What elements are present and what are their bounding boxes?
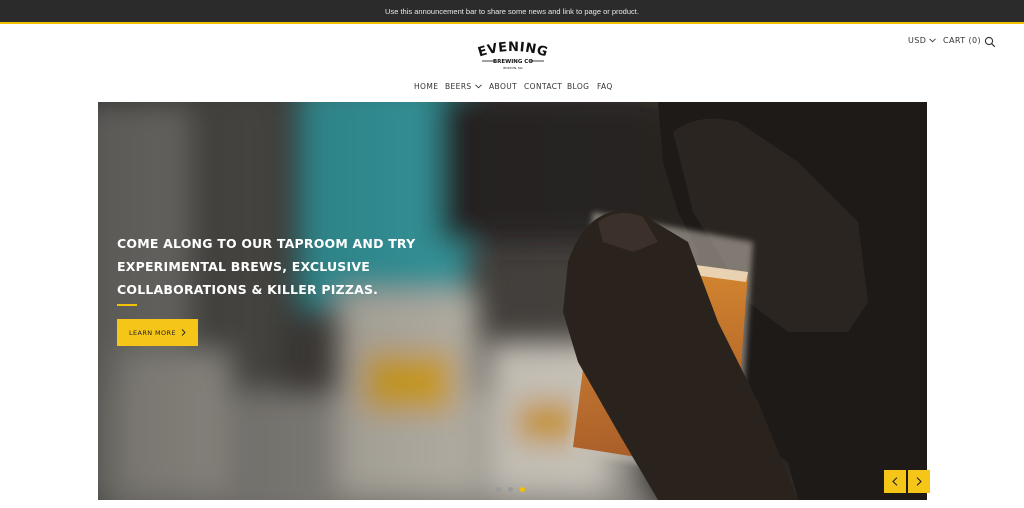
nav-item-home[interactable]: HOME (414, 82, 438, 91)
announcement-text[interactable]: Use this announcement bar to share some … (385, 7, 639, 16)
hero-photo (98, 102, 927, 500)
announcement-bar[interactable]: Use this announcement bar to share some … (0, 0, 1024, 24)
hero-headline-line: COLLABORATIONS & KILLER PIZZAS. (117, 282, 379, 297)
chevron-right-icon (181, 329, 186, 336)
chevron-down-icon (474, 84, 482, 89)
slide-dot-active[interactable] (520, 487, 525, 492)
site-header: EVENING BREWING CO BOSTON, MA USD CART (… (0, 26, 1024, 102)
search-icon[interactable] (984, 36, 996, 48)
currency-selector[interactable]: USD (908, 36, 937, 45)
hero-headline-line: COME ALONG TO OUR TAPROOM AND TRY (117, 236, 416, 251)
nav-item-about[interactable]: ABOUT (489, 82, 517, 91)
svg-text:EVENING: EVENING (476, 40, 549, 61)
chevron-left-icon (892, 477, 898, 486)
logo-sub: BREWING CO (493, 59, 533, 65)
hero-headline: COME ALONG TO OUR TAPROOM AND TRY EXPERI… (117, 232, 416, 301)
brand-logo[interactable]: EVENING BREWING CO BOSTON, MA (472, 38, 554, 70)
nav-item-faq[interactable]: FAQ (597, 82, 613, 91)
hero-slideshow: COME ALONG TO OUR TAPROOM AND TRY EXPERI… (98, 102, 927, 500)
slide-indicators (496, 487, 525, 492)
headline-divider (117, 304, 137, 306)
slide-dot[interactable] (496, 487, 501, 492)
learn-more-label[interactable]: LEARN MORE (129, 329, 176, 337)
chevron-down-icon (929, 38, 937, 43)
chevron-right-icon (916, 477, 922, 486)
cart-link[interactable]: CART (0) (943, 36, 981, 45)
hero-headline-line: EXPERIMENTAL BREWS, EXCLUSIVE (117, 259, 370, 274)
logo-wordmark: EVENING (476, 40, 549, 61)
next-slide-button[interactable] (908, 470, 930, 493)
slide-dot[interactable] (508, 487, 513, 492)
nav-item-blog[interactable]: BLOG (567, 82, 589, 91)
nav-item-contact[interactable]: CONTACT (524, 82, 562, 91)
utility-bar: USD CART (0) (908, 36, 1024, 50)
learn-more-button[interactable]: LEARN MORE (117, 319, 198, 346)
nav-item-beers[interactable]: BEERS (445, 82, 482, 91)
previous-slide-button[interactable] (884, 470, 906, 493)
currency-value[interactable]: USD (908, 36, 926, 45)
logo-tagline: BOSTON, MA (503, 66, 523, 70)
nav-item-beers-label[interactable]: BEERS (445, 82, 472, 91)
